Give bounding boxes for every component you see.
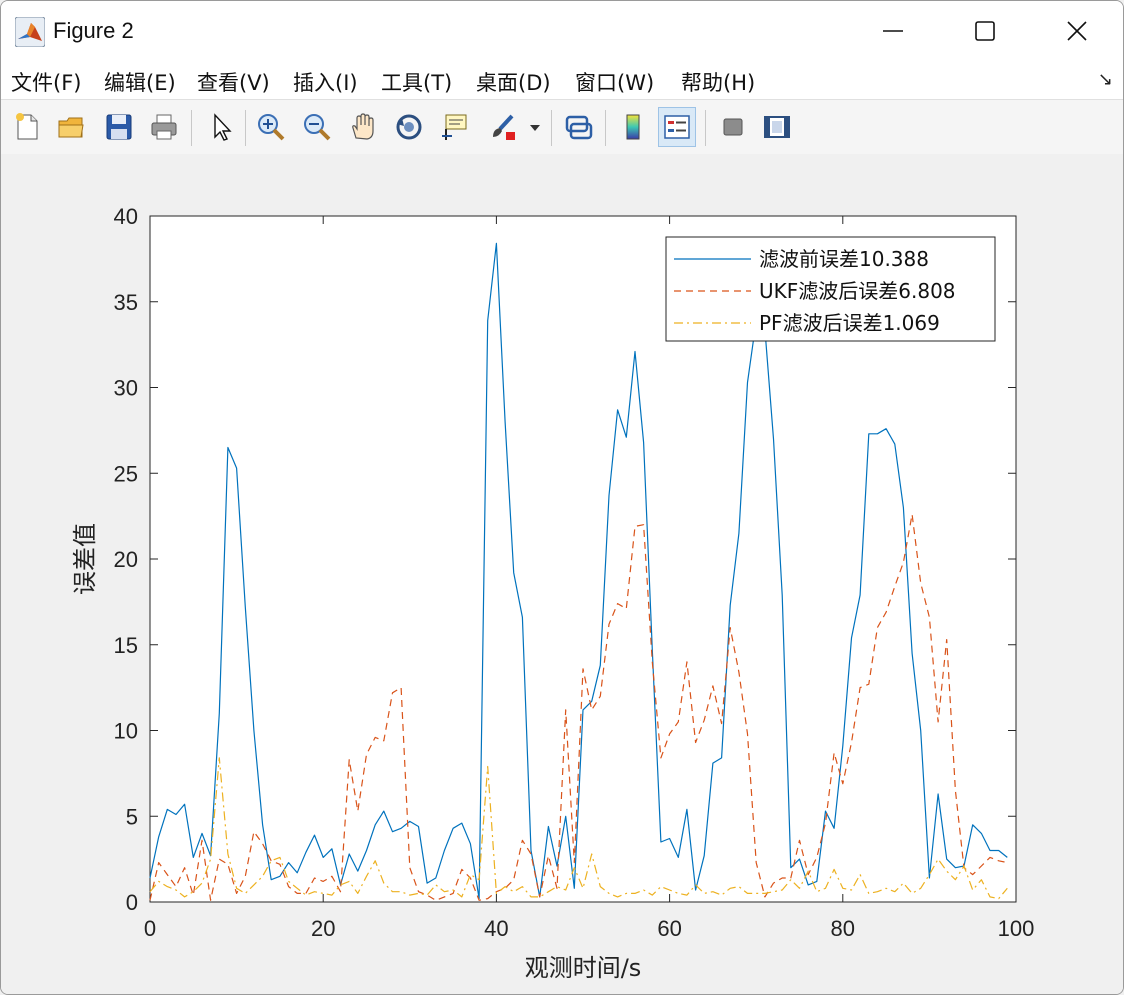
y-tick-label: 30 <box>114 376 138 401</box>
y-tick-label: 15 <box>114 633 138 658</box>
zoom-in-icon <box>258 114 285 141</box>
hide-plot-tools-button[interactable] <box>715 108 751 146</box>
y-tick-label: 10 <box>114 719 138 744</box>
select-pointer-button[interactable] <box>203 108 239 146</box>
toolbar-separator <box>705 110 706 146</box>
y-tick-label: 40 <box>114 204 138 229</box>
y-tick-label: 5 <box>126 804 138 829</box>
save-button[interactable] <box>101 108 137 146</box>
link-plot-icon <box>565 115 593 140</box>
close-icon <box>1067 21 1087 41</box>
menu-desktop[interactable]: 桌面(D) <box>476 67 551 97</box>
minimize-icon <box>883 30 903 32</box>
x-tick-label: 80 <box>831 916 855 941</box>
legend-icon <box>664 115 690 139</box>
minimize-button[interactable] <box>847 1 939 61</box>
print-button[interactable] <box>146 108 182 146</box>
menu-edit[interactable]: 编辑(E) <box>104 67 176 97</box>
x-tick-label: 100 <box>998 916 1035 941</box>
hide-plot-tools-icon <box>723 118 743 136</box>
menu-file[interactable]: 文件(F) <box>11 67 81 97</box>
menu-insert[interactable]: 插入(I) <box>293 67 358 97</box>
zoom-out-icon <box>304 114 331 141</box>
menu-help[interactable]: 帮助(H) <box>681 67 755 97</box>
menu-view[interactable]: 查看(V) <box>197 67 270 97</box>
show-plot-tools-icon <box>764 116 790 138</box>
window-title: Figure 2 <box>53 18 134 43</box>
menu-window[interactable]: 窗口(W) <box>575 67 654 97</box>
rotate-3d-icon <box>396 114 422 140</box>
data-cursor-button[interactable] <box>437 108 473 146</box>
zoom-out-button[interactable] <box>299 108 335 146</box>
dock-arrow-icon[interactable]: ↘ <box>1098 69 1113 90</box>
link-plot-button[interactable] <box>561 108 597 146</box>
figure-canvas: 0 5 10 15 20 25 30 35 40 0 20 40 60 80 100 观测时间/s 误差值… <box>1 154 1123 994</box>
new-figure-icon <box>16 113 38 140</box>
brush-dropdown-button[interactable] <box>525 108 545 146</box>
pan-button[interactable] <box>345 108 381 146</box>
x-axis-title: 观测时间/s <box>525 954 642 982</box>
figure-window: Figure 2 文件(F) 编辑(E) 查看(V) 插入(I) 工具(T) 桌… <box>0 0 1124 995</box>
y-tick-label: 35 <box>114 290 138 315</box>
open-file-icon <box>58 117 84 138</box>
y-axis-title: 误差值 <box>71 523 99 595</box>
y-tick-label: 0 <box>126 890 138 915</box>
legend[interactable]: 滤波前误差10.388 UKF滤波后误差6.808 PF滤波后误差1.069 <box>665 236 996 342</box>
x-tick-label: 60 <box>657 916 681 941</box>
x-tick-label: 0 <box>144 916 156 941</box>
close-button[interactable] <box>1031 1 1123 61</box>
legend-button[interactable] <box>658 107 696 147</box>
rotate-3d-button[interactable] <box>391 108 427 146</box>
matlab-logo-icon <box>15 17 45 47</box>
legend-label-2: PF滤波后误差1.069 <box>759 311 940 335</box>
maximize-icon <box>975 21 995 41</box>
brush-button[interactable] <box>485 108 521 146</box>
save-icon <box>106 114 132 140</box>
y-tick-label: 25 <box>114 461 138 486</box>
data-cursor-icon <box>442 114 467 140</box>
x-tick-label: 20 <box>311 916 335 941</box>
pan-hand-icon <box>352 113 374 140</box>
title-bar[interactable]: Figure 2 <box>1 1 1123 61</box>
new-figure-button[interactable] <box>9 108 45 146</box>
select-pointer-icon <box>214 113 232 141</box>
line-chart: 0 5 10 15 20 25 30 35 40 0 20 40 60 80 100 观测时间/s 误差值… <box>71 204 1035 982</box>
y-tick-label: 20 <box>114 547 138 572</box>
print-icon <box>151 114 177 140</box>
legend-label-0: 滤波前误差10.388 <box>759 247 929 271</box>
toolbar-separator <box>605 110 606 146</box>
zoom-in-button[interactable] <box>253 108 289 146</box>
menu-bar: 文件(F) 编辑(E) 查看(V) 插入(I) 工具(T) 桌面(D) 窗口(W… <box>1 61 1123 99</box>
toolbar-separator <box>551 110 552 146</box>
open-file-button[interactable] <box>53 108 89 146</box>
colorbar-icon <box>626 114 640 140</box>
toolbar-separator <box>191 110 192 146</box>
chevron-down-icon <box>530 125 540 131</box>
figure-toolbar <box>1 99 1123 155</box>
x-tick-label: 40 <box>484 916 508 941</box>
legend-label-1: UKF滤波后误差6.808 <box>759 279 956 303</box>
colorbar-button[interactable] <box>615 108 651 146</box>
brush-icon <box>493 114 515 140</box>
maximize-button[interactable] <box>939 1 1031 61</box>
show-plot-tools-button[interactable] <box>759 108 795 146</box>
toolbar-separator <box>245 110 246 146</box>
menu-tools[interactable]: 工具(T) <box>381 67 452 97</box>
